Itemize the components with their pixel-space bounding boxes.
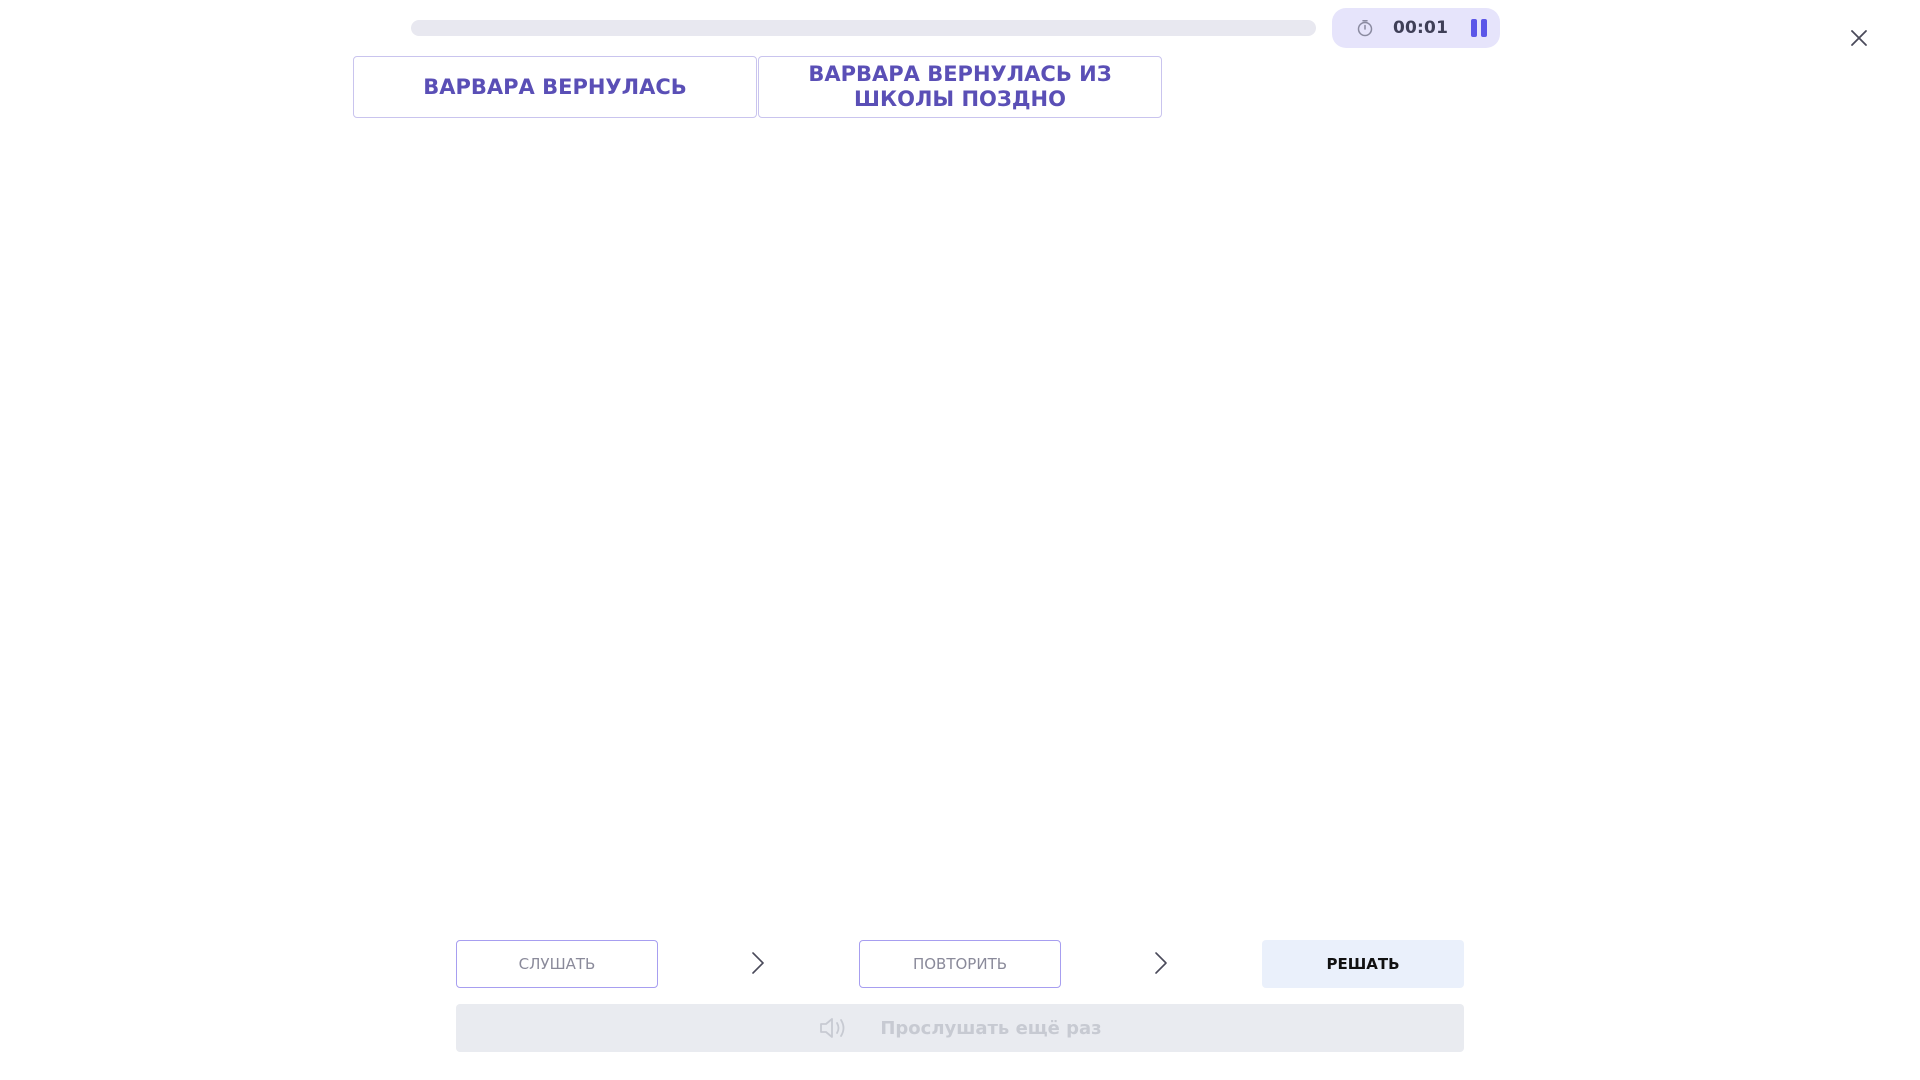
timer-widget: 00:01 [1332,8,1500,48]
phrase-card[interactable]: ВАРВАРА ВЕРНУЛАСЬ [353,56,757,118]
pause-icon [1471,19,1478,37]
progress-bar [411,20,1316,36]
repeat-step-button[interactable]: ПОВТОРИТЬ [859,940,1061,988]
pause-button[interactable] [1471,19,1488,37]
pause-icon-bar [1481,19,1488,37]
close-icon [1851,30,1867,46]
close-button[interactable] [1846,25,1872,51]
stopwatch-icon [1356,19,1374,37]
replay-label: Прослушать ещё раз [880,1017,1102,1039]
solve-step-button[interactable]: РЕШАТЬ [1262,940,1464,988]
chevron-right-icon [752,952,764,974]
listen-step-button[interactable]: СЛУШАТЬ [456,940,658,988]
phrase-card[interactable]: ВАРВАРА ВЕРНУЛАСЬ ИЗ ШКОЛЫ ПОЗДНО [758,56,1162,118]
timer-value: 00:01 [1393,18,1449,38]
replay-button[interactable]: Прослушать ещё раз [456,1004,1464,1052]
speaker-icon [818,1015,850,1041]
chevron-right-icon [1155,952,1167,974]
